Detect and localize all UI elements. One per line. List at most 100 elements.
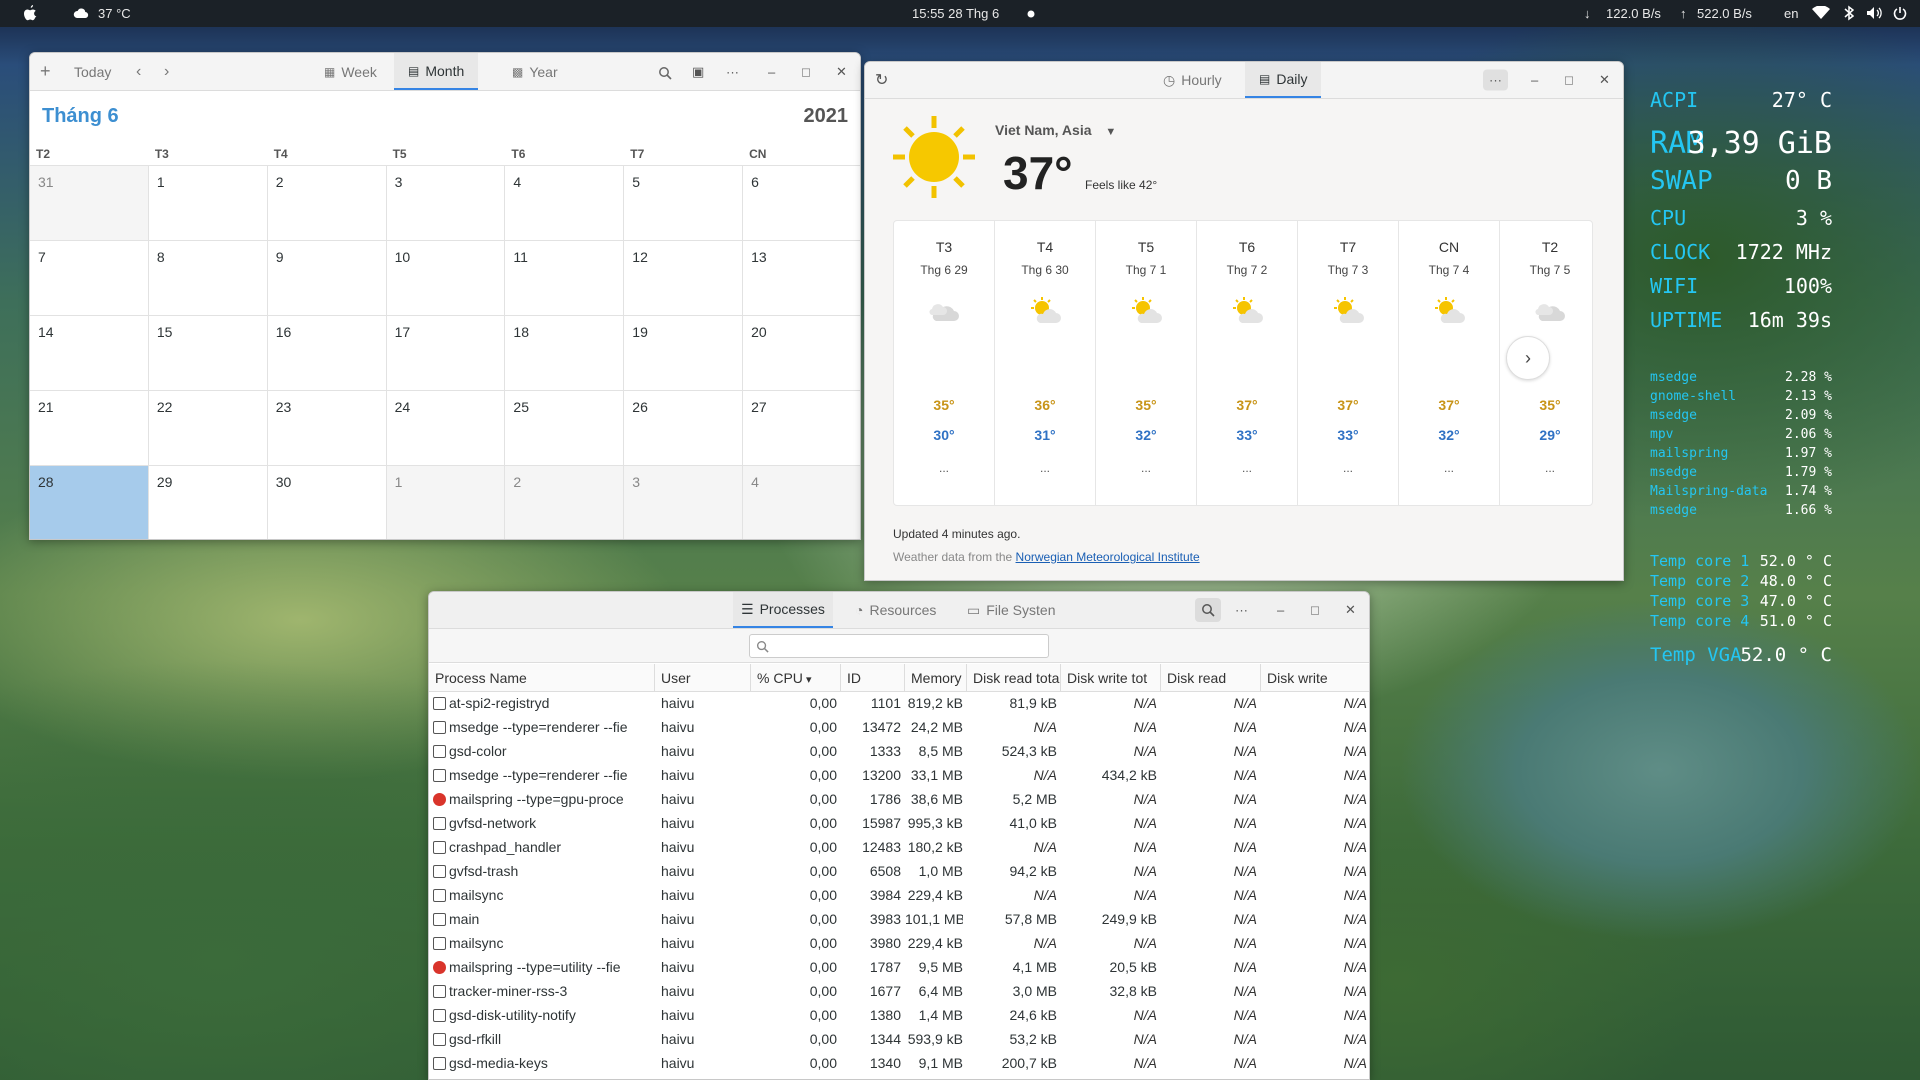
menu-more-icon[interactable]: ··· <box>726 64 739 79</box>
add-event-button[interactable]: + <box>40 53 51 90</box>
day-cell[interactable]: 16 <box>267 316 387 391</box>
day-cell[interactable]: 8 <box>148 241 268 316</box>
day-cell[interactable]: 12 <box>624 241 744 316</box>
table-row[interactable]: mailspring --type=utility --fie haivu 0,00… <box>429 956 1369 980</box>
day-cell[interactable]: 3 <box>386 166 506 241</box>
day-cell[interactable]: 31 <box>30 166 149 241</box>
day-cell[interactable]: 25 <box>505 391 625 466</box>
next-icon[interactable]: › <box>164 53 169 90</box>
table-row[interactable]: at-spi2-registryd haivu 0,00 1101 819,2 kB 81… <box>429 692 1369 716</box>
day-cell[interactable]: 23 <box>267 391 387 466</box>
attribution-link[interactable]: Norwegian Meteorological Institute <box>1016 550 1200 564</box>
day-cell[interactable]: 14 <box>30 316 149 391</box>
search-toggle-button[interactable] <box>1195 598 1221 622</box>
day-cell[interactable]: 10 <box>386 241 506 316</box>
table-row[interactable]: main haivu 0,00 3983 101,1 MB 57,8 MB 249,9 kB… <box>429 908 1369 932</box>
day-cell[interactable]: 22 <box>148 391 268 466</box>
table-row[interactable]: crashpad_handler haivu 0,00 12483 180,2 kB N/… <box>429 836 1369 860</box>
tab-filesystems[interactable]: ▭ File Systen <box>961 592 1061 628</box>
minimize-icon[interactable]: – <box>1531 73 1538 88</box>
column-header[interactable]: User <box>655 664 751 692</box>
table-row[interactable]: mailspring --type=gpu-proce haivu 0,00 1786… <box>429 788 1369 812</box>
table-row[interactable]: tracker-miner-rss-3 haivu 0,00 1677 6,4 MB 3,… <box>429 980 1369 1004</box>
column-header[interactable]: Memory <box>905 664 967 692</box>
day-cell[interactable]: 9 <box>267 241 387 316</box>
tab-year[interactable]: ▩ Year <box>500 53 570 90</box>
tab-hourly[interactable]: ◷ Hourly <box>1151 62 1234 98</box>
close-icon[interactable]: ✕ <box>1345 602 1356 618</box>
column-header[interactable]: Disk read <box>1161 664 1261 692</box>
day-cell[interactable]: 2 <box>505 466 625 539</box>
column-header[interactable]: ID <box>841 664 905 692</box>
forecast-next-button[interactable]: › <box>1506 336 1550 380</box>
location-selector[interactable]: Viet Nam, Asia ▼ <box>995 122 1116 138</box>
volume-icon[interactable] <box>1866 6 1882 20</box>
topbar-clock[interactable]: 15:55 28 Thg 6 <box>912 6 999 21</box>
column-header[interactable]: Disk write <box>1261 664 1369 692</box>
day-cell[interactable]: 4 <box>505 166 625 241</box>
table-row[interactable]: gsd-rfkill haivu 0,00 1344 593,9 kB 53,2 kB N/… <box>429 1028 1369 1052</box>
maximize-icon[interactable]: □ <box>1311 603 1319 618</box>
day-cell[interactable]: 3 <box>624 466 744 539</box>
column-header[interactable]: Disk write tot <box>1061 664 1161 692</box>
day-cell[interactable]: 30 <box>267 466 387 539</box>
table-row[interactable]: gsd-color haivu 0,00 1333 8,5 MB 524,3 kB N/A N… <box>429 740 1369 764</box>
menu-more-icon[interactable]: ··· <box>1235 603 1248 618</box>
tab-resources[interactable]: ◔ Resources <box>849 592 942 628</box>
day-cell[interactable]: 24 <box>386 391 506 466</box>
day-cell[interactable]: 1 <box>386 466 506 539</box>
day-cell[interactable]: 4 <box>743 466 860 539</box>
day-cell[interactable]: 17 <box>386 316 506 391</box>
day-cell[interactable]: 27 <box>743 391 860 466</box>
close-icon[interactable]: ✕ <box>1599 72 1610 88</box>
power-icon[interactable] <box>1893 6 1907 20</box>
column-header[interactable]: % CPU ▾ <box>751 664 841 692</box>
day-cell[interactable]: 2 <box>267 166 387 241</box>
column-header[interactable]: Process Name <box>429 664 655 692</box>
wifi-icon[interactable] <box>1812 6 1830 20</box>
menu-more-icon[interactable]: ··· <box>1483 69 1508 91</box>
apple-menu-icon[interactable] <box>22 5 38 22</box>
table-row[interactable]: mailsync haivu 0,00 3980 229,4 kB N/A N/A N/A N/… <box>429 932 1369 956</box>
minimize-icon[interactable]: – <box>768 64 775 79</box>
today-button[interactable]: Today <box>74 53 111 90</box>
day-cell[interactable]: 13 <box>743 241 860 316</box>
day-cell[interactable]: 26 <box>624 391 744 466</box>
day-cell[interactable]: 19 <box>624 316 744 391</box>
table-row[interactable]: mailsync haivu 0,00 3984 229,4 kB N/A N/A N/A N/… <box>429 884 1369 908</box>
table-row[interactable]: msedge --type=renderer --fie haivu 0,00 132… <box>429 764 1369 788</box>
table-row[interactable]: gsd-disk-utility-notify haivu 0,00 1380 1,4 … <box>429 1004 1369 1028</box>
minimize-icon[interactable]: – <box>1277 603 1284 618</box>
tab-week[interactable]: ▦ Week <box>312 53 389 90</box>
maximize-icon[interactable]: □ <box>1565 73 1573 88</box>
day-cell[interactable]: 21 <box>30 391 149 466</box>
day-cell[interactable]: 7 <box>30 241 149 316</box>
keyboard-language[interactable]: en <box>1784 6 1798 21</box>
search-icon[interactable] <box>658 66 672 80</box>
tab-month[interactable]: ▤ Month <box>394 53 479 90</box>
tab-daily[interactable]: ▤ Daily <box>1245 62 1322 98</box>
table-row[interactable]: gvfsd-network haivu 0,00 15987 995,3 kB 41,0 … <box>429 812 1369 836</box>
search-input[interactable] <box>749 634 1049 658</box>
refresh-icon[interactable]: ↻ <box>875 70 888 90</box>
bluetooth-icon[interactable] <box>1844 5 1854 21</box>
calendar-view-icon[interactable]: ▣ <box>692 64 704 80</box>
column-header[interactable]: Disk read tota <box>967 664 1061 692</box>
day-cell[interactable]: 6 <box>743 166 860 241</box>
day-cell[interactable]: 15 <box>148 316 268 391</box>
maximize-icon[interactable]: □ <box>802 64 810 79</box>
day-cell[interactable]: 20 <box>743 316 860 391</box>
close-icon[interactable]: ✕ <box>836 64 847 80</box>
day-cell[interactable]: 11 <box>505 241 625 316</box>
day-cell[interactable]: 29 <box>148 466 268 539</box>
topbar-weather[interactable]: 37 °C <box>98 6 131 21</box>
day-cell[interactable]: 1 <box>148 166 268 241</box>
prev-icon[interactable]: ‹ <box>136 53 141 90</box>
tab-processes[interactable]: ☰ Processes <box>733 592 833 628</box>
day-cell[interactable]: 28 <box>30 466 149 539</box>
table-row[interactable]: gsd-media-keys haivu 0,00 1340 9,1 MB 200,7 k… <box>429 1052 1369 1076</box>
table-row[interactable]: gvfsd-trash haivu 0,00 6508 1,0 MB 94,2 kB N/A… <box>429 860 1369 884</box>
table-row[interactable]: msedge --type=renderer --fie haivu 0,00 134… <box>429 716 1369 740</box>
day-cell[interactable]: 5 <box>624 166 744 241</box>
day-cell[interactable]: 18 <box>505 316 625 391</box>
